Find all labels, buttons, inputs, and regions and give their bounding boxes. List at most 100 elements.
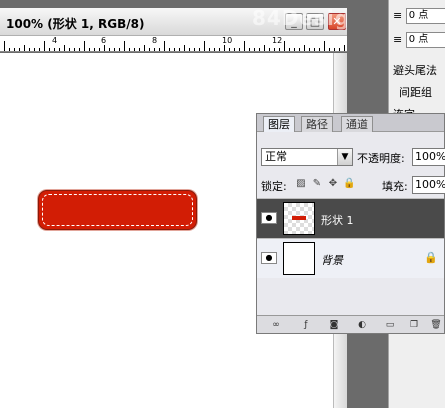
ruler-tick xyxy=(94,48,95,51)
ruler-label: 8 xyxy=(152,36,158,45)
ruler-tick xyxy=(74,48,75,51)
blend-mode-value: 正常 xyxy=(265,150,287,163)
ruler-tick xyxy=(199,48,200,51)
ruler-label: 4 xyxy=(52,36,58,45)
trash-icon[interactable]: 🗑 xyxy=(429,319,443,331)
fill-input[interactable]: 100% xyxy=(412,176,445,194)
ruler-tick xyxy=(14,48,15,51)
ruler-tick xyxy=(29,48,30,51)
lock-transparency-icon[interactable]: ▨ xyxy=(295,178,307,190)
ruler-tick xyxy=(39,48,40,51)
chevron-down-icon: ▼ xyxy=(337,149,352,165)
ruler-tick xyxy=(144,45,145,51)
ruler-tick xyxy=(219,48,220,51)
ruler-tick xyxy=(44,41,45,51)
indent-field[interactable]: 0 点 xyxy=(405,32,445,48)
ruler-tick xyxy=(104,45,105,51)
ruler-tick xyxy=(79,48,80,51)
baseline-row: ≡ 0 点 xyxy=(393,8,445,24)
indent-row: ≡ 0 点 xyxy=(393,32,445,48)
opacity-input[interactable]: 100% xyxy=(412,148,445,166)
opacity-label: 不透明度: xyxy=(357,152,405,165)
ruler-tick xyxy=(214,48,215,51)
ruler-tick xyxy=(254,48,255,51)
ruler-tick xyxy=(124,41,125,51)
layer-row-shape[interactable]: ● 形状 1 xyxy=(257,198,444,238)
ruler-tick xyxy=(164,41,165,51)
ruler-tick xyxy=(69,48,70,51)
ruler-tick xyxy=(274,48,275,51)
layer-row-background[interactable]: ● 背景 🔒 xyxy=(257,238,444,278)
ruler-label: 12 xyxy=(272,36,283,45)
folder-icon[interactable]: ▭ xyxy=(383,319,397,331)
ruler-tick xyxy=(339,48,340,51)
fx-icon[interactable]: ƒ xyxy=(299,319,313,331)
ruler-tick xyxy=(189,48,190,51)
ruler-tick xyxy=(269,48,270,51)
ruler-tick xyxy=(204,41,205,51)
ruler-tick xyxy=(4,41,5,51)
spacing-label[interactable]: 间距组 xyxy=(399,84,432,100)
layer-name[interactable]: 形状 1 xyxy=(321,212,354,228)
layer-thumbnail xyxy=(283,242,315,275)
ruler-label: 10 xyxy=(222,36,233,45)
ruler-tick xyxy=(184,45,185,51)
eye-icon[interactable]: ● xyxy=(261,212,277,224)
ruler-tick xyxy=(284,41,285,51)
ruler-tick xyxy=(84,41,85,51)
lock-position-icon[interactable]: ✥ xyxy=(327,178,339,190)
horizontal-ruler[interactable]: 4 6 8 10 12 xyxy=(0,36,347,52)
ruler-tick xyxy=(259,48,260,51)
ruler-tick xyxy=(324,41,325,51)
ruler-label: 6 xyxy=(101,36,107,45)
layer-name[interactable]: 背景 xyxy=(321,252,343,268)
baseline-field[interactable]: 0 点 xyxy=(405,8,445,24)
layers-panel: 图层 路径 通道 正常 ▼ 不透明度: 100% 锁定: ▨ ✎ ✥ 🔒 填充:… xyxy=(256,113,445,334)
ruler-tick xyxy=(294,48,295,51)
rounded-rectangle-shape[interactable] xyxy=(38,190,197,230)
ruler-tick xyxy=(64,45,65,51)
tab-channels[interactable]: 通道 xyxy=(341,116,373,132)
ruler-tick xyxy=(334,48,335,51)
ruler-tick xyxy=(304,45,305,51)
ruler-tick xyxy=(344,45,345,51)
document-title: 100% (形状 1, RGB/8) xyxy=(6,17,145,31)
ruler-tick xyxy=(229,48,230,51)
lock-pixels-icon[interactable]: ✎ xyxy=(311,178,323,190)
ruler-tick xyxy=(34,48,35,51)
ruler-tick xyxy=(49,48,50,51)
ruler-tick xyxy=(264,45,265,51)
new-layer-icon[interactable]: ❐ xyxy=(407,319,421,331)
mask-icon[interactable]: ◙ xyxy=(327,319,341,331)
blend-mode-select[interactable]: 正常 ▼ xyxy=(261,148,353,166)
ruler-tick xyxy=(289,48,290,51)
ruler-tick xyxy=(59,48,60,51)
ruler-tick xyxy=(154,48,155,51)
lock-icon: 🔒 xyxy=(424,251,438,264)
link-icon[interactable]: ∞ xyxy=(269,319,283,331)
layers-panel-footer: ∞ ƒ ◙ ◐ ▭ ❐ 🗑 xyxy=(257,315,444,333)
ruler-tick xyxy=(329,48,330,51)
ruler-tick xyxy=(24,45,25,51)
ruler-tick xyxy=(159,48,160,51)
adjustment-icon[interactable]: ◐ xyxy=(355,319,369,331)
ruler-tick xyxy=(179,48,180,51)
ruler-tick xyxy=(169,48,170,51)
tab-paths[interactable]: 路径 xyxy=(301,116,333,132)
kinsoku-label[interactable]: 避头尾法 xyxy=(393,62,437,78)
ruler-tick xyxy=(109,48,110,51)
ruler-tick xyxy=(89,48,90,51)
ruler-tick xyxy=(309,48,310,51)
tab-layers[interactable]: 图层 xyxy=(263,116,295,132)
lock-label: 锁定: xyxy=(261,180,287,193)
ruler-tick xyxy=(244,41,245,51)
ruler-tick xyxy=(239,48,240,51)
ruler-tick xyxy=(119,48,120,51)
ruler-tick xyxy=(224,45,225,51)
ruler-tick xyxy=(129,48,130,51)
eye-icon[interactable]: ● xyxy=(261,252,277,264)
lock-all-icon[interactable]: 🔒 xyxy=(343,178,355,190)
ruler-tick xyxy=(54,48,55,51)
ruler-tick xyxy=(249,48,250,51)
fill-label: 填充: xyxy=(382,180,408,193)
